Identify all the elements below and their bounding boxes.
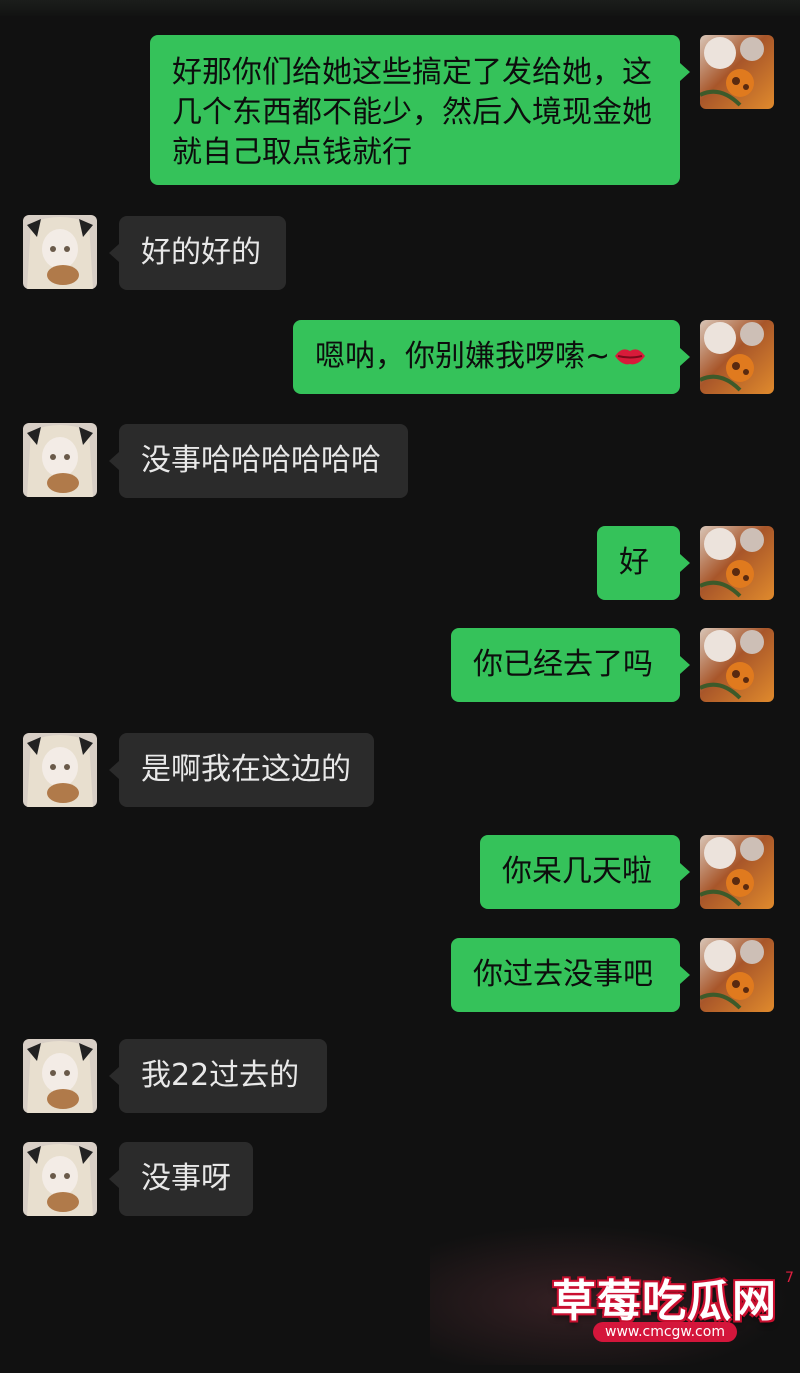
message-text: 好的好的 — [141, 235, 261, 270]
message-line: 好那你们给她这些搞定了发给她，这 — [172, 55, 652, 90]
anime-girl-avatar-icon — [23, 1142, 97, 1216]
flower-avatar-icon — [700, 35, 774, 109]
my-avatar[interactable] — [700, 628, 774, 702]
message-text: 你呆几天啦 — [502, 854, 652, 889]
contact-avatar[interactable] — [23, 423, 97, 497]
watermark-mark: 7 — [785, 1270, 794, 1286]
lips-icon — [614, 338, 646, 378]
message-bubble[interactable]: 没事哈哈哈哈哈哈 — [109, 424, 408, 498]
anime-girl-avatar-icon — [23, 215, 97, 289]
my-avatar[interactable] — [700, 938, 774, 1012]
message-bubble[interactable]: 没事呀 — [109, 1142, 253, 1216]
message-text: 没事哈哈哈哈哈哈 — [141, 443, 381, 478]
contact-avatar[interactable] — [23, 733, 97, 807]
my-avatar[interactable] — [700, 526, 774, 600]
message-text: 我22过去的 — [141, 1058, 300, 1093]
message-line: 就自己取点钱就行 — [172, 135, 412, 170]
message-bubble[interactable]: 好 — [597, 526, 690, 600]
contact-avatar[interactable] — [23, 215, 97, 289]
message-bubble[interactable]: 嗯呐，你别嫌我啰嗦~ — [293, 320, 690, 394]
message-text: 你过去没事吧 — [473, 957, 653, 992]
watermark-url: www.cmcgw.com — [593, 1322, 737, 1342]
message-bubble[interactable]: 是啊我在这边的 — [109, 733, 374, 807]
message-bubble[interactable]: 我22过去的 — [109, 1039, 327, 1113]
flower-avatar-icon — [700, 835, 774, 909]
message-bubble[interactable]: 好那你们给她这些搞定了发给她，这 几个东西都不能少，然后入境现金她 就自己取点钱… — [150, 35, 690, 185]
message-bubble[interactable]: 好的好的 — [109, 216, 286, 290]
flower-avatar-icon — [700, 320, 774, 394]
message-text: 是啊我在这边的 — [141, 752, 351, 787]
top-status-strip — [0, 0, 800, 16]
flower-avatar-icon — [700, 938, 774, 1012]
message-bubble[interactable]: 你已经去了吗 — [451, 628, 690, 702]
my-avatar[interactable] — [700, 35, 774, 109]
anime-girl-avatar-icon — [23, 1039, 97, 1113]
message-text: 没事呀 — [141, 1161, 231, 1196]
my-avatar[interactable] — [700, 835, 774, 909]
anime-girl-avatar-icon — [23, 423, 97, 497]
message-bubble[interactable]: 你过去没事吧 — [451, 938, 690, 1012]
flower-avatar-icon — [700, 526, 774, 600]
message-line: 几个东西都不能少，然后入境现金她 — [172, 95, 652, 130]
message-bubble[interactable]: 你呆几天啦 — [480, 835, 690, 909]
contact-avatar[interactable] — [23, 1039, 97, 1113]
watermark-title: 草莓吃瓜网 — [552, 1276, 777, 1327]
message-text: 你已经去了吗 — [473, 647, 653, 682]
message-text: 好 — [619, 545, 649, 580]
flower-avatar-icon — [700, 628, 774, 702]
contact-avatar[interactable] — [23, 1142, 97, 1216]
my-avatar[interactable] — [700, 320, 774, 394]
site-watermark: 草莓吃瓜网 www.cmcgw.com 7 — [430, 1225, 800, 1365]
message-text: 嗯呐，你别嫌我啰嗦~ — [315, 339, 611, 374]
anime-girl-avatar-icon — [23, 733, 97, 807]
